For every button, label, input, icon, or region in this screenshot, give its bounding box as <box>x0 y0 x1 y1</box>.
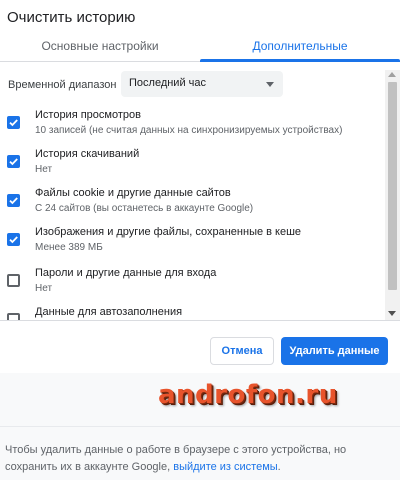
checkbox-unchecked-icon[interactable] <box>7 274 20 287</box>
history-item-cache: Изображения и другие файлы, сохраненные … <box>0 226 385 264</box>
item-subtitle: С 24 сайтов (вы останетесь в аккаунте Go… <box>35 203 254 214</box>
sign-out-link[interactable]: выйдите из системы <box>173 461 277 473</box>
tab-bar: Основные настройки Дополнительные <box>0 30 400 62</box>
item-title: Пароли и другие данные для входа <box>35 267 217 279</box>
scroll-up-arrow-icon[interactable] <box>388 72 396 77</box>
item-subtitle: 10 записей (не считая данных на синхрони… <box>35 125 343 136</box>
history-item-cookies: Файлы cookie и другие данные сайтов С 24… <box>0 187 385 225</box>
cancel-button[interactable]: Отмена <box>210 337 274 365</box>
item-title: Данные для автозаполнения <box>35 306 183 318</box>
history-item-passwords: Пароли и другие данные для входа Нет <box>0 267 385 305</box>
item-subtitle: Нет <box>35 283 53 294</box>
checkbox-checked-icon[interactable] <box>7 194 20 207</box>
item-subtitle: Менее 389 МБ <box>35 242 103 253</box>
history-item-downloads: История скачиваний Нет <box>0 148 385 186</box>
item-subtitle: Нет <box>35 164 53 175</box>
item-title: Файлы cookie и другие данные сайтов <box>35 187 231 199</box>
checkbox-checked-icon[interactable] <box>7 233 20 246</box>
time-range-select[interactable]: Последний час <box>121 71 283 97</box>
checkbox-checked-icon[interactable] <box>7 155 20 168</box>
dropdown-arrow-icon <box>266 82 274 87</box>
settings-content: Временной диапазон Последний час История… <box>0 63 400 320</box>
dialog-title: Очистить историю <box>7 9 136 26</box>
history-item-browsing: История просмотров 10 записей (не считая… <box>0 109 385 147</box>
footer-note: Чтобы удалить данные о работе в браузере… <box>5 442 397 476</box>
footer-text-end: . <box>277 461 281 473</box>
tab-advanced[interactable]: Дополнительные <box>200 30 400 62</box>
item-title: История скачиваний <box>35 148 140 160</box>
footer-divider <box>0 426 400 427</box>
watermark-logo: androfon.ru <box>158 380 338 410</box>
scrollbar-thumb[interactable] <box>388 82 397 290</box>
time-range-value: Последний час <box>129 77 207 89</box>
scrollbar[interactable] <box>385 70 400 320</box>
scroll-down-arrow-icon[interactable] <box>388 311 396 316</box>
time-range-label: Временной диапазон <box>8 79 117 91</box>
divider <box>0 320 400 321</box>
item-title: История просмотров <box>35 109 141 121</box>
item-title: Изображения и другие файлы, сохраненные … <box>35 226 302 238</box>
active-tab-indicator <box>200 59 400 62</box>
tab-basic-settings[interactable]: Основные настройки <box>0 30 200 62</box>
checkbox-checked-icon[interactable] <box>7 116 20 129</box>
history-item-autofill: Данные для автозаполнения <box>0 306 385 320</box>
delete-data-button[interactable]: Удалить данные <box>281 337 388 365</box>
checkbox-unchecked-icon[interactable] <box>7 313 20 320</box>
